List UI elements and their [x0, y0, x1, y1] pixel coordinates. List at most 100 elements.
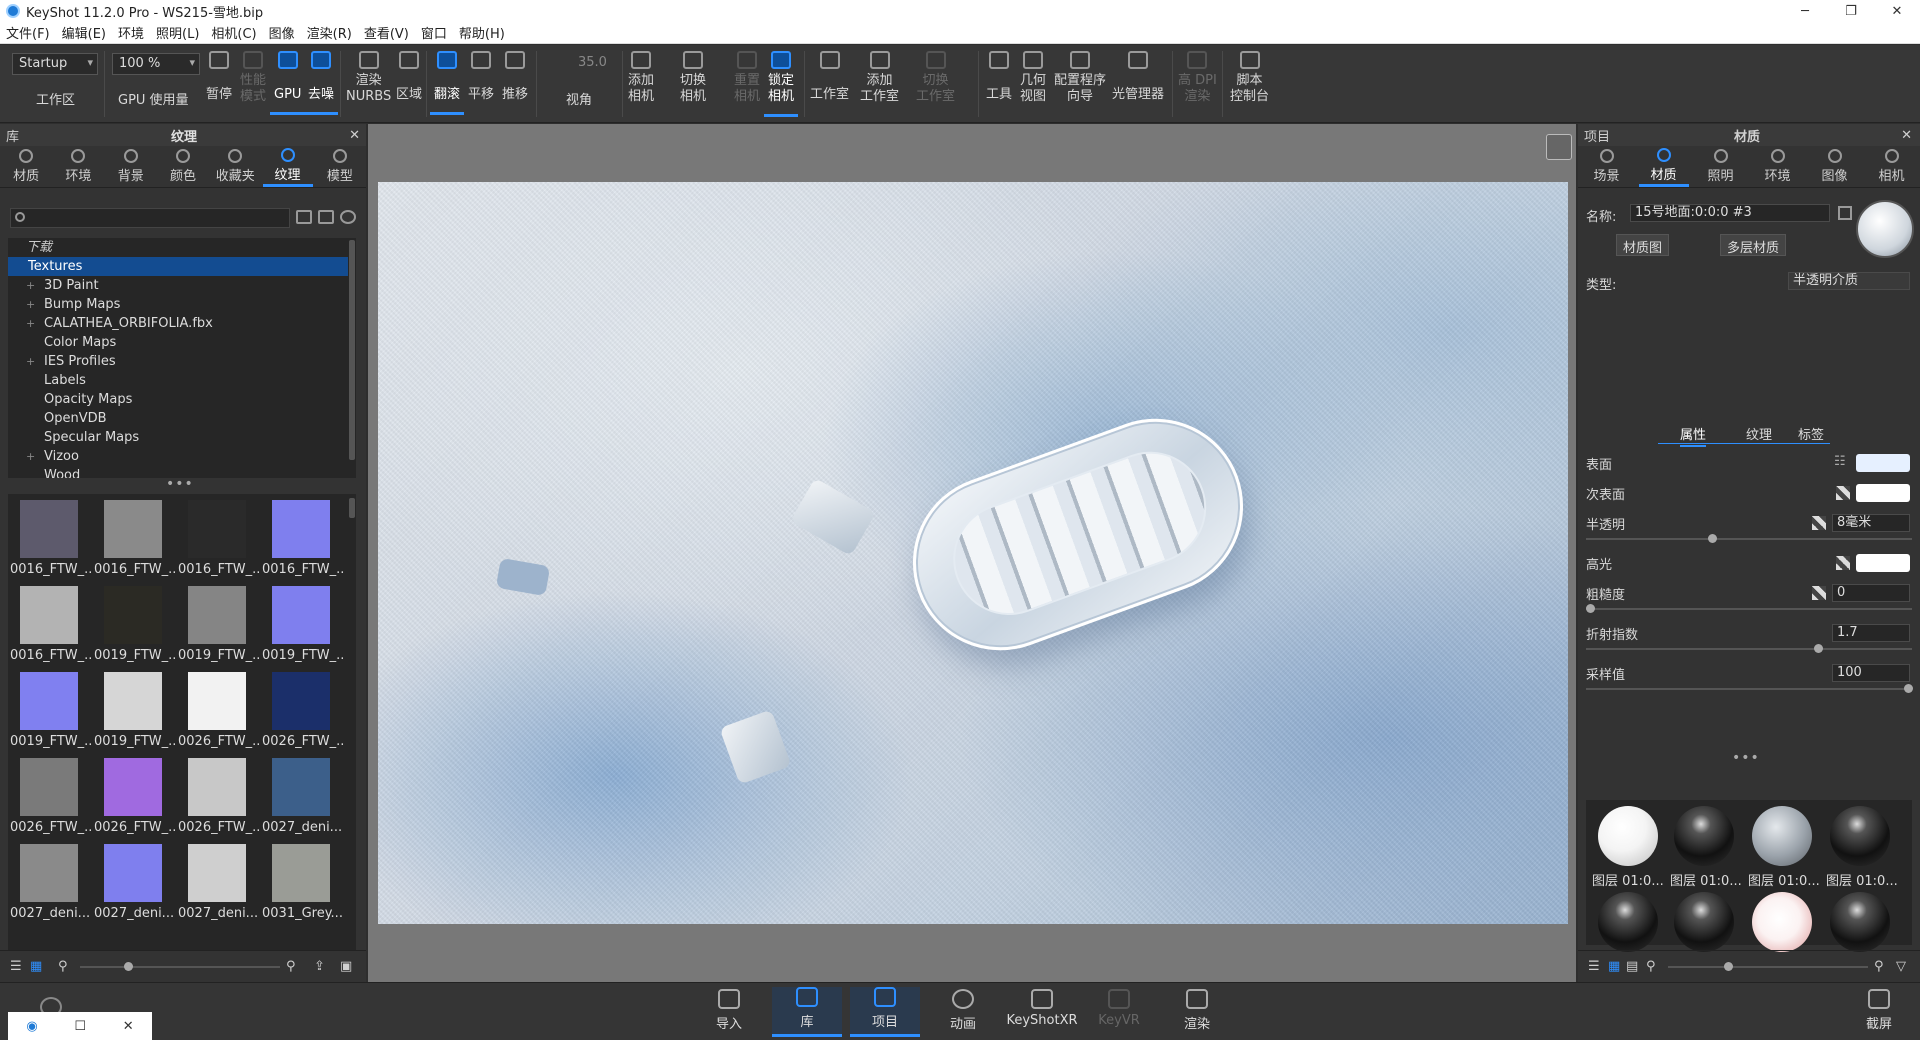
zoom-in-icon[interactable]: ⚲ [286, 959, 296, 974]
tab-backplates[interactable]: 背景 [106, 146, 156, 187]
animation-button[interactable]: 动画 [928, 989, 998, 1032]
tree-item[interactable]: + CALATHEA_ORBIFOLIA.fbx [8, 314, 356, 333]
ior-slider[interactable] [1586, 644, 1912, 653]
tools-button[interactable]: 工具 [986, 51, 1012, 103]
texture-thumb[interactable]: 0016_FTW_... [92, 496, 176, 580]
subtab-labels[interactable]: 标签 [1798, 424, 1824, 443]
specular-color-swatch[interactable] [1856, 554, 1910, 572]
add-studio-button[interactable]: 添加 工作室 [860, 51, 899, 105]
tab-textures[interactable]: 纹理 [262, 146, 313, 187]
tree-item[interactable]: + Vizoo [8, 447, 356, 466]
roughness-field[interactable]: 0 [1832, 584, 1910, 602]
material-thumb[interactable] [1752, 892, 1812, 952]
refresh-icon[interactable] [340, 210, 356, 224]
geometry-view-button[interactable]: 几何 视图 [1020, 51, 1046, 105]
zoom-out-icon[interactable]: ⚲ [58, 959, 68, 974]
zoom-in-icon[interactable]: ⚲ [1874, 959, 1884, 974]
minimize-button[interactable]: ─ [1782, 0, 1828, 22]
list-view-icon[interactable]: ☰ [10, 959, 22, 974]
tree-item[interactable]: + IES Profiles [8, 352, 356, 371]
texture-thumb[interactable]: 0016_FTW_... [8, 582, 92, 666]
studio-button[interactable]: 工作室 [810, 51, 849, 103]
tree-item[interactable]: + Bump Maps [8, 295, 356, 314]
folder-add-icon[interactable] [318, 210, 334, 224]
close-button[interactable]: ✕ [1874, 0, 1920, 22]
texture-thumb[interactable]: 0026_FTW_... [92, 754, 176, 838]
translucency-field[interactable]: 8毫米 [1832, 514, 1910, 532]
library-toggle-button[interactable]: 库 [772, 987, 842, 1037]
samples-field[interactable]: 100 [1832, 664, 1910, 682]
folder-open-icon[interactable] [296, 210, 312, 224]
material-thumb[interactable] [1752, 806, 1812, 866]
texture-thumb[interactable]: 0026_FTW_... [260, 668, 344, 752]
texture-thumb[interactable]: 0019_FTW_... [8, 668, 92, 752]
gpu-button[interactable]: GPU [269, 51, 306, 115]
subsurface-color-swatch[interactable] [1856, 484, 1910, 502]
tab-colors[interactable]: 颜色 [158, 146, 208, 187]
panel-close-icon[interactable]: ✕ [1901, 128, 1912, 143]
translucency-slider[interactable] [1586, 534, 1912, 543]
denoise-button[interactable]: 去噪 [303, 51, 339, 115]
texture-thumb[interactable]: 0016_FTW_... [176, 496, 260, 580]
tab-environment[interactable]: 环境 [1753, 146, 1803, 187]
menu-help[interactable]: 帮助(H) [453, 23, 511, 42]
add-camera-button[interactable]: 添加 相机 [628, 51, 654, 105]
ior-field[interactable]: 1.7 [1832, 624, 1910, 642]
tab-environments[interactable]: 环境 [53, 146, 103, 187]
app-icon[interactable]: ◉ [26, 1019, 37, 1034]
roughness-slider[interactable] [1586, 604, 1912, 613]
performance-mode-button[interactable]: 性能 模式 [240, 51, 266, 105]
import-button[interactable]: 导入 [694, 989, 764, 1032]
texture-thumb[interactable]: 0026_FTW_... [176, 668, 260, 752]
project-toggle-button[interactable]: 项目 [850, 987, 920, 1037]
reset-camera-button[interactable]: 重置 相机 [734, 51, 760, 105]
render-nurbs-button[interactable]: 渲染 NURBS [346, 51, 391, 105]
menu-view[interactable]: 查看(V) [358, 23, 415, 42]
samples-slider[interactable] [1586, 684, 1913, 693]
workspace-select[interactable]: Startup [12, 53, 98, 75]
maximize-button[interactable]: ❐ [1828, 0, 1874, 22]
save-icon[interactable] [1838, 206, 1852, 220]
panel-close-icon[interactable]: ✕ [349, 128, 360, 143]
material-thumb[interactable] [1674, 892, 1734, 952]
tumble-button[interactable]: 翻滚 [429, 51, 465, 115]
texture-thumb[interactable]: 0027_deni... [176, 840, 258, 924]
material-thumb-size-slider[interactable] [1668, 962, 1868, 971]
tab-image[interactable]: 图像 [1810, 146, 1860, 187]
switch-studio-button[interactable]: 切换 工作室 [916, 51, 955, 105]
tab-lighting[interactable]: 照明 [1696, 146, 1746, 187]
configurator-wizard-button[interactable]: 配置程序 向导 [1054, 51, 1106, 105]
hi-dpi-render-button[interactable]: 高 DPI 渲染 [1178, 51, 1217, 105]
texture-thumb[interactable]: 0027_deni... [260, 754, 342, 838]
fov-value[interactable]: 35.0 [578, 55, 607, 70]
tree-item-textures[interactable]: Textures [8, 257, 356, 276]
texture-thumb[interactable]: 0019_FTW_... [260, 582, 344, 666]
tile-view-icon[interactable]: ▤ [1626, 959, 1638, 974]
pan-button[interactable]: 平移 [468, 51, 494, 103]
restore-icon[interactable]: ☐ [74, 1019, 86, 1034]
material-thumb[interactable] [1674, 806, 1734, 866]
material-thumb[interactable] [1830, 892, 1890, 952]
texture-thumb[interactable]: 0031_Grey... [260, 840, 343, 924]
splitter-handle[interactable]: ••• [166, 476, 194, 492]
material-thumb[interactable] [1598, 892, 1658, 952]
tab-camera[interactable]: 相机 [1867, 146, 1917, 187]
menu-environment[interactable]: 环境 [112, 23, 150, 42]
pause-button[interactable]: 暂停 [206, 51, 232, 103]
render-status-icon[interactable] [1546, 134, 1572, 160]
tree-item[interactable]: OpenVDB [8, 409, 356, 428]
dolly-button[interactable]: 推移 [502, 51, 528, 103]
tree-header-downloads[interactable]: 下载 [8, 238, 356, 257]
folder-icon[interactable]: ▣ [340, 959, 352, 974]
texture-checker-icon[interactable] [1836, 556, 1850, 570]
grid-view-icon[interactable]: ▦ [1608, 959, 1620, 974]
menu-file[interactable]: 文件(F) [0, 23, 56, 42]
menu-render[interactable]: 渲染(R) [301, 23, 358, 42]
material-thumb[interactable] [1598, 806, 1658, 866]
menu-lighting[interactable]: 照明(L) [150, 23, 205, 42]
thumbnail-size-slider[interactable] [80, 962, 280, 971]
light-manager-button[interactable]: 光管理器 [1112, 51, 1164, 103]
script-console-button[interactable]: 脚本 控制台 [1230, 51, 1269, 105]
tree-item[interactable]: Labels [8, 371, 356, 390]
tree-scrollbar[interactable] [348, 238, 356, 478]
